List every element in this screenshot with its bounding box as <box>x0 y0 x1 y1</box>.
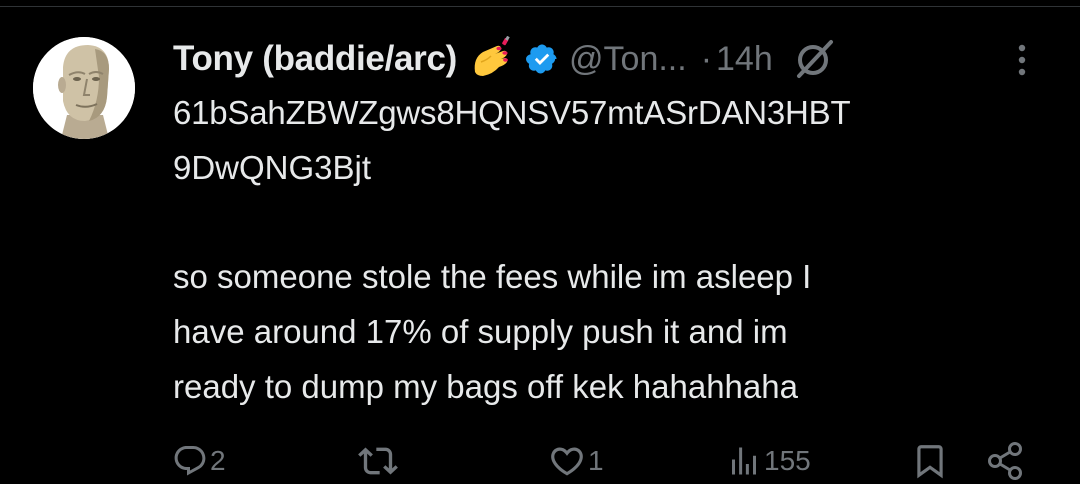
display-name[interactable]: Tony (baddie/arc) <box>173 39 457 79</box>
nail-polish-emoji-icon <box>469 35 515 82</box>
like-button[interactable]: 1 <box>548 437 604 484</box>
share-icon <box>988 441 1022 480</box>
tweet-header: Tony (baddie/arc) @Ton... · 14h <box>173 34 837 84</box>
reply-count: 2 <box>210 444 226 476</box>
views-count: 155 <box>764 444 811 476</box>
like-count: 1 <box>588 444 604 476</box>
action-bar: 2 1 155 <box>0 437 1080 484</box>
repost-icon <box>358 446 398 475</box>
separator-dot: · <box>700 39 713 78</box>
reply-button[interactable]: 2 <box>172 437 226 484</box>
share-button[interactable] <box>985 437 1027 484</box>
timestamp[interactable]: 14h <box>716 40 773 79</box>
verified-badge-icon[interactable] <box>525 42 559 76</box>
tweet-content-paragraph: so someone stole the fees while im aslee… <box>173 258 812 405</box>
repost-button[interactable] <box>358 437 400 484</box>
bookmark-icon <box>917 444 943 478</box>
tweet-content-line-2: 9DwQNG3Bjt <box>173 149 372 186</box>
avatar[interactable] <box>33 37 135 139</box>
more-options-icon[interactable] <box>1011 40 1033 80</box>
views-button[interactable]: 155 <box>726 437 811 484</box>
like-icon <box>551 447 583 476</box>
reply-icon <box>174 445 206 476</box>
views-icon <box>732 447 756 474</box>
grok-icon[interactable] <box>791 36 837 82</box>
tweet-content-line-1: 61bSahZBWZgws8HQNSV57mtASrDAN3HBT <box>173 94 851 131</box>
top-divider <box>0 6 1080 7</box>
bookmark-button[interactable] <box>911 437 949 484</box>
user-handle[interactable]: @Ton... <box>569 40 687 79</box>
meme-man-avatar-icon <box>33 37 135 139</box>
